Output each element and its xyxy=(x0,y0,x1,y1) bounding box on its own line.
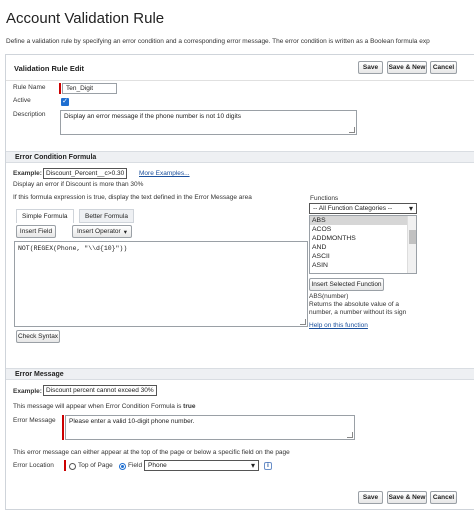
insert-operator-label: Insert Operator xyxy=(77,228,121,235)
function-help-text: Returns the absolute value of a number, … xyxy=(309,301,407,316)
function-list-scrollbar[interactable] xyxy=(407,216,416,273)
error-example-value: Discount percent cannot exceed 30% xyxy=(43,385,157,396)
tab-simple-formula[interactable]: Simple Formula xyxy=(16,209,74,223)
resize-grip[interactable] xyxy=(349,127,355,133)
description-label: Description xyxy=(13,111,46,118)
save-new-button-top[interactable]: Save & New xyxy=(387,61,427,74)
error-note-true: true xyxy=(183,403,196,410)
insert-selected-function-button[interactable]: Insert Selected Function xyxy=(309,278,384,291)
function-category-value: -- All Function Categories -- xyxy=(313,205,393,212)
validation-rule-panel: Validation Rule Edit Save Save & New Can… xyxy=(5,54,474,510)
cancel-button-top[interactable]: Cancel xyxy=(430,61,457,74)
required-indicator xyxy=(59,83,61,94)
error-condition-section-header: Error Condition Formula xyxy=(6,151,474,163)
function-category-select[interactable]: -- All Function Categories -- ▾ xyxy=(309,203,417,214)
rule-name-input[interactable]: Ten_Digit xyxy=(62,83,117,94)
function-option[interactable]: ASIN xyxy=(310,261,416,270)
page-title: Account Validation Rule xyxy=(6,10,165,27)
error-condition-section-title: Error Condition Formula xyxy=(15,154,97,161)
error-field-value: Phone xyxy=(148,462,167,469)
radio-top-of-page[interactable] xyxy=(69,463,76,470)
error-message-textarea[interactable]: Please enter a valid 10-digit phone numb… xyxy=(65,415,355,440)
condition-instruction: If this formula expression is true, disp… xyxy=(13,194,252,201)
condition-example-label: Example: xyxy=(13,170,42,177)
error-message-note: This message will appear when Error Cond… xyxy=(13,403,195,410)
active-label: Active xyxy=(13,97,31,104)
save-new-button-bottom[interactable]: Save & New xyxy=(387,491,427,504)
radio-field[interactable] xyxy=(119,463,126,470)
required-indicator xyxy=(64,460,66,471)
function-option[interactable]: ABS xyxy=(310,216,416,225)
chevron-down-icon: ▾ xyxy=(123,228,127,236)
error-message-section-title: Error Message xyxy=(15,371,64,378)
function-option[interactable]: ACOS xyxy=(310,225,416,234)
edit-header: Validation Rule Edit Save Save & New Can… xyxy=(6,55,474,81)
required-indicator xyxy=(62,415,64,440)
error-message-resize-grip[interactable] xyxy=(347,432,353,438)
page-description: Define a validation rule by specifying a… xyxy=(6,38,430,45)
more-examples-link[interactable]: More Examples... xyxy=(139,170,190,177)
function-option[interactable]: ASCII xyxy=(310,252,416,261)
insert-operator-button[interactable]: Insert Operator ▾ xyxy=(72,225,132,238)
active-checkbox[interactable]: ✓ xyxy=(61,98,69,106)
tab-advanced-formula[interactable]: Better Formula xyxy=(79,209,134,223)
scroll-thumb[interactable] xyxy=(409,230,416,244)
error-example-label: Example: xyxy=(13,388,42,395)
info-icon[interactable]: i xyxy=(264,462,272,470)
rule-name-label: Rule Name xyxy=(13,84,46,91)
functions-label: Functions xyxy=(310,195,339,202)
field-option-label: Field xyxy=(128,462,143,469)
error-message-section-header: Error Message xyxy=(6,368,474,380)
function-listbox[interactable]: ABS ACOS ADDMONTHS AND ASCII ASIN xyxy=(309,215,417,274)
cancel-button-bottom[interactable]: Cancel xyxy=(430,491,457,504)
condition-example-explanation: Display an error if Discount is more tha… xyxy=(13,181,144,188)
description-textarea[interactable]: Display an error message if the phone nu… xyxy=(60,110,357,135)
chevron-down-icon: ▾ xyxy=(408,204,413,213)
insert-field-button[interactable]: Insert Field xyxy=(16,225,56,238)
error-location-note: This error message can either appear at … xyxy=(13,449,290,456)
check-syntax-button[interactable]: Check Syntax xyxy=(16,330,60,343)
function-help-link[interactable]: Help on this function xyxy=(309,322,368,329)
top-of-page-label: Top of Page xyxy=(78,462,113,469)
function-option[interactable]: ADDMONTHS xyxy=(310,234,416,243)
condition-example-value: Discount_Percent__c>0.30 xyxy=(43,168,128,179)
formula-editor[interactable]: NOT(REGEX(Phone, "\\d{10}")) xyxy=(14,241,308,327)
chevron-down-icon: ▾ xyxy=(250,461,255,470)
function-option[interactable]: AND xyxy=(310,243,416,252)
edit-title: Validation Rule Edit xyxy=(14,64,85,73)
save-button-top[interactable]: Save xyxy=(358,61,383,74)
error-note-prefix: This message will appear when Error Cond… xyxy=(13,403,184,410)
function-signature: ABS(number) xyxy=(309,293,349,300)
error-message-label: Error Message xyxy=(13,417,56,424)
formula-resize-grip[interactable] xyxy=(300,319,306,325)
error-field-select[interactable]: Phone ▾ xyxy=(144,460,259,471)
error-location-label: Error Location xyxy=(13,462,54,469)
save-button-bottom[interactable]: Save xyxy=(358,491,383,504)
